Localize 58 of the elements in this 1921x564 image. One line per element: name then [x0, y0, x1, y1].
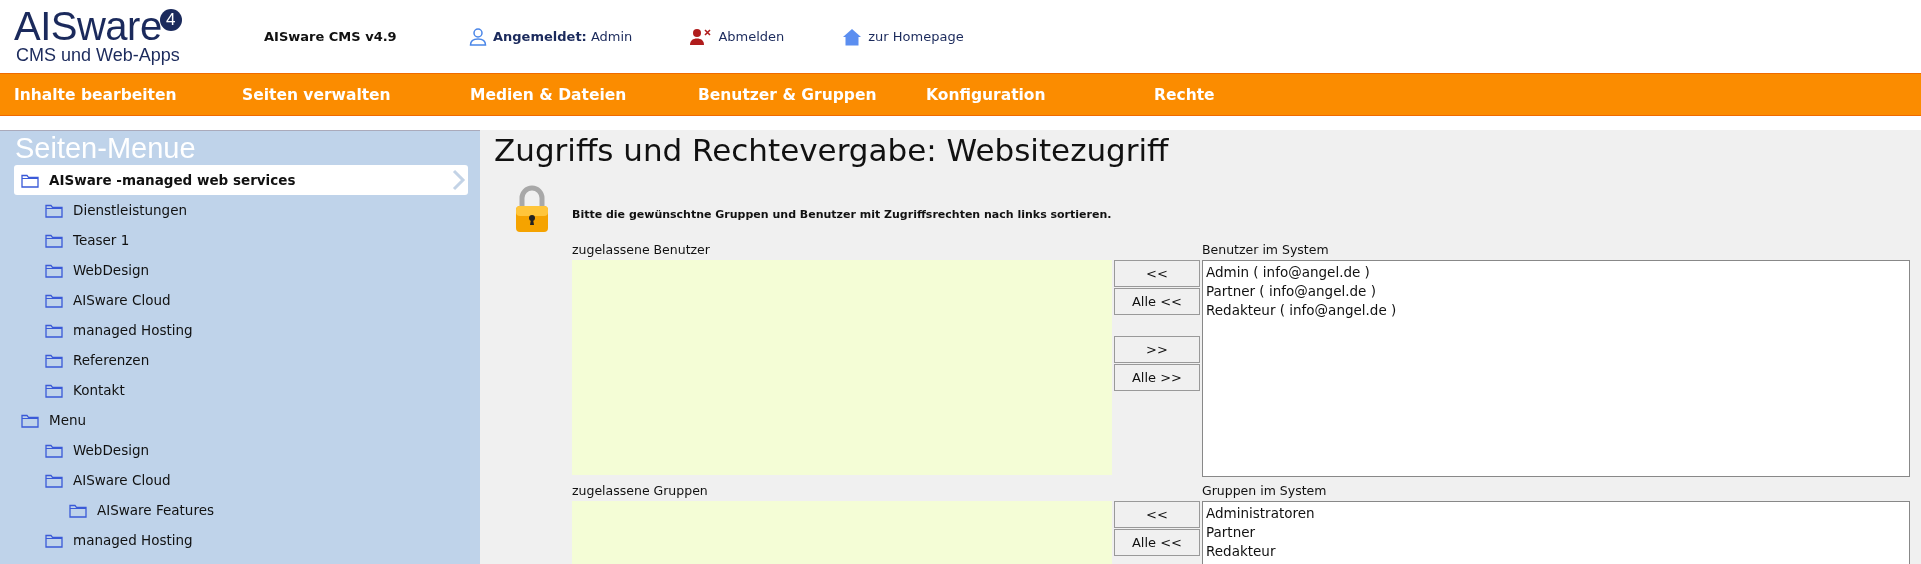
list-option[interactable]: Administratoren — [1206, 504, 1315, 523]
system-list-box[interactable]: Admin ( info@angel.de ) Partner ( info@angel.de ) Redakteur ( info@angel.de ) — [1202, 260, 1910, 477]
instruction-text: Bitte die gewünschtne Gruppen und Benutzer mit Zugriffsrechten nach links sortieren. — [572, 207, 1112, 221]
list-option[interactable]: Redakteur — [1206, 542, 1276, 561]
page-title: Zugriffs und Rechtevergabe: Websitezugriff — [494, 132, 1170, 168]
folder-icon — [45, 202, 63, 218]
folder-icon — [45, 352, 63, 368]
folder-icon — [45, 322, 63, 338]
page-tree-item[interactable]: managed Hosting — [14, 315, 468, 345]
folder-icon — [45, 382, 63, 398]
move-button[interactable]: Alle << — [1114, 529, 1200, 556]
folder-icon — [45, 292, 63, 308]
page-tree-item[interactable]: Menu — [14, 405, 468, 435]
allowed-list-label: zugelassene Gruppen — [572, 483, 708, 500]
page-tree-item[interactable]: WebDesign — [14, 255, 468, 285]
system-list-label: Benutzer im System — [1202, 242, 1329, 259]
page-tree-item[interactable]: AISware -managed web services — [14, 165, 468, 195]
list-option[interactable]: Partner — [1206, 523, 1256, 542]
folder-icon — [21, 412, 39, 428]
sidebar-title: Seiten-Menue — [14, 131, 197, 165]
move-button[interactable]: << — [1114, 501, 1200, 528]
remove-user-icon — [690, 28, 713, 45]
allowed-list-box[interactable] — [572, 260, 1112, 475]
page-tree-item[interactable]: Dienstleistungen — [14, 195, 468, 225]
move-button[interactable]: >> — [1114, 336, 1200, 363]
logout-link[interactable]: Abmelden — [718, 29, 785, 44]
folder-icon — [45, 442, 63, 458]
chevron-right-icon — [452, 169, 466, 191]
folder-icon — [45, 472, 63, 488]
user-icon — [469, 27, 487, 46]
list-option[interactable]: Partner ( info@angel.de ) — [1206, 282, 1376, 301]
page-tree-item[interactable]: AISware Features — [14, 495, 468, 525]
home-icon — [842, 27, 863, 46]
list-option[interactable]: Admin ( info@angel.de ) — [1206, 263, 1370, 282]
list-option[interactable]: Redakteur ( info@angel.de ) — [1206, 301, 1397, 320]
folder-icon — [45, 232, 63, 248]
logged-in-label: Angemeldet: Admin — [493, 29, 633, 44]
homepage-link[interactable]: zur Homepage — [868, 29, 964, 44]
folder-icon — [45, 262, 63, 278]
page-tree-item[interactable]: Kontakt — [14, 375, 468, 405]
folder-icon — [69, 502, 87, 518]
allowed-list-label: zugelassene Benutzer — [572, 242, 710, 259]
move-button[interactable]: Alle >> — [1114, 364, 1200, 391]
logo-name: AISware — [14, 7, 162, 45]
version-label: AISware CMS v4.9 — [264, 29, 398, 44]
system-list-label: Gruppen im System — [1202, 483, 1327, 500]
page-tree-item[interactable]: Teaser 1 — [14, 225, 468, 255]
folder-icon — [21, 172, 39, 188]
move-button[interactable]: Alle << — [1114, 288, 1200, 315]
logo-subtitle: CMS und Web-Apps — [16, 45, 181, 66]
page-tree-item[interactable]: managed Hosting — [14, 525, 468, 555]
move-button[interactable]: << — [1114, 260, 1200, 287]
page-tree-item[interactable]: Referenzen — [14, 345, 468, 375]
page-tree-item[interactable]: AISware Cloud — [14, 285, 468, 315]
folder-icon — [45, 532, 63, 548]
page-tree-item[interactable]: AISware Cloud — [14, 465, 468, 495]
system-list-box[interactable]: Administratoren Partner Redakteur — [1202, 501, 1910, 564]
page-tree-item[interactable]: WebDesign — [14, 435, 468, 465]
